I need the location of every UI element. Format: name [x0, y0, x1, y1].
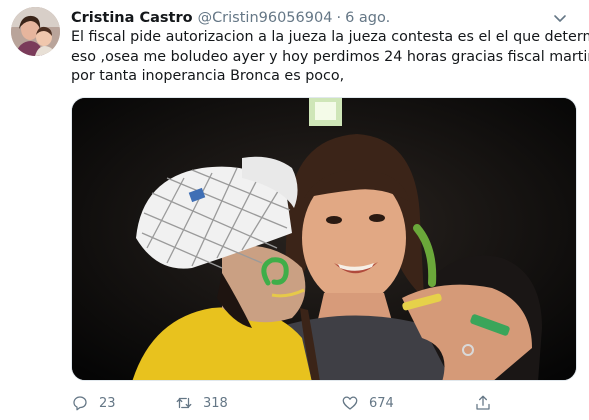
tweet-photo[interactable]	[71, 97, 577, 381]
tweet-text-line: El fiscal pide autorizacion a la jueza l…	[71, 29, 589, 45]
retweet-count: 318	[203, 395, 228, 411]
tweet[interactable]: Cristina Castro @Cristin96056904 · 6 ago…	[0, 0, 589, 420]
reply-count: 23	[99, 395, 116, 411]
reply-button[interactable]: 23	[71, 392, 116, 414]
tweet-text-line: eso ,osea me boludeo ayer y hoy perdimos…	[71, 48, 589, 65]
reply-icon	[73, 396, 87, 411]
heart-icon	[342, 396, 358, 410]
retweet-button[interactable]: 318	[175, 392, 228, 414]
user-handle[interactable]: @Cristin96056904	[198, 10, 333, 26]
tweet-actions: 23 318 674	[71, 392, 521, 414]
tweet-header: Cristina Castro @Cristin96056904 · 6 ago…	[71, 8, 576, 28]
like-button[interactable]: 674	[341, 392, 394, 414]
display-name[interactable]: Cristina Castro	[71, 10, 193, 26]
avatar[interactable]	[11, 7, 60, 56]
tweet-text: El fiscal pide autorizacion a la jueza l…	[71, 28, 589, 87]
separator-dot: ·	[336, 10, 342, 26]
photo-image	[72, 98, 576, 380]
retweet-icon	[176, 397, 192, 409]
timestamp[interactable]: 6 ago.	[345, 10, 390, 26]
share-icon	[476, 395, 490, 410]
chevron-down-icon[interactable]	[552, 10, 568, 26]
avatar-photo	[11, 7, 60, 56]
share-button[interactable]	[474, 392, 492, 414]
like-count: 674	[369, 395, 394, 411]
tweet-text-line: por tanta inoperancia Bronca es poco,	[71, 68, 345, 84]
